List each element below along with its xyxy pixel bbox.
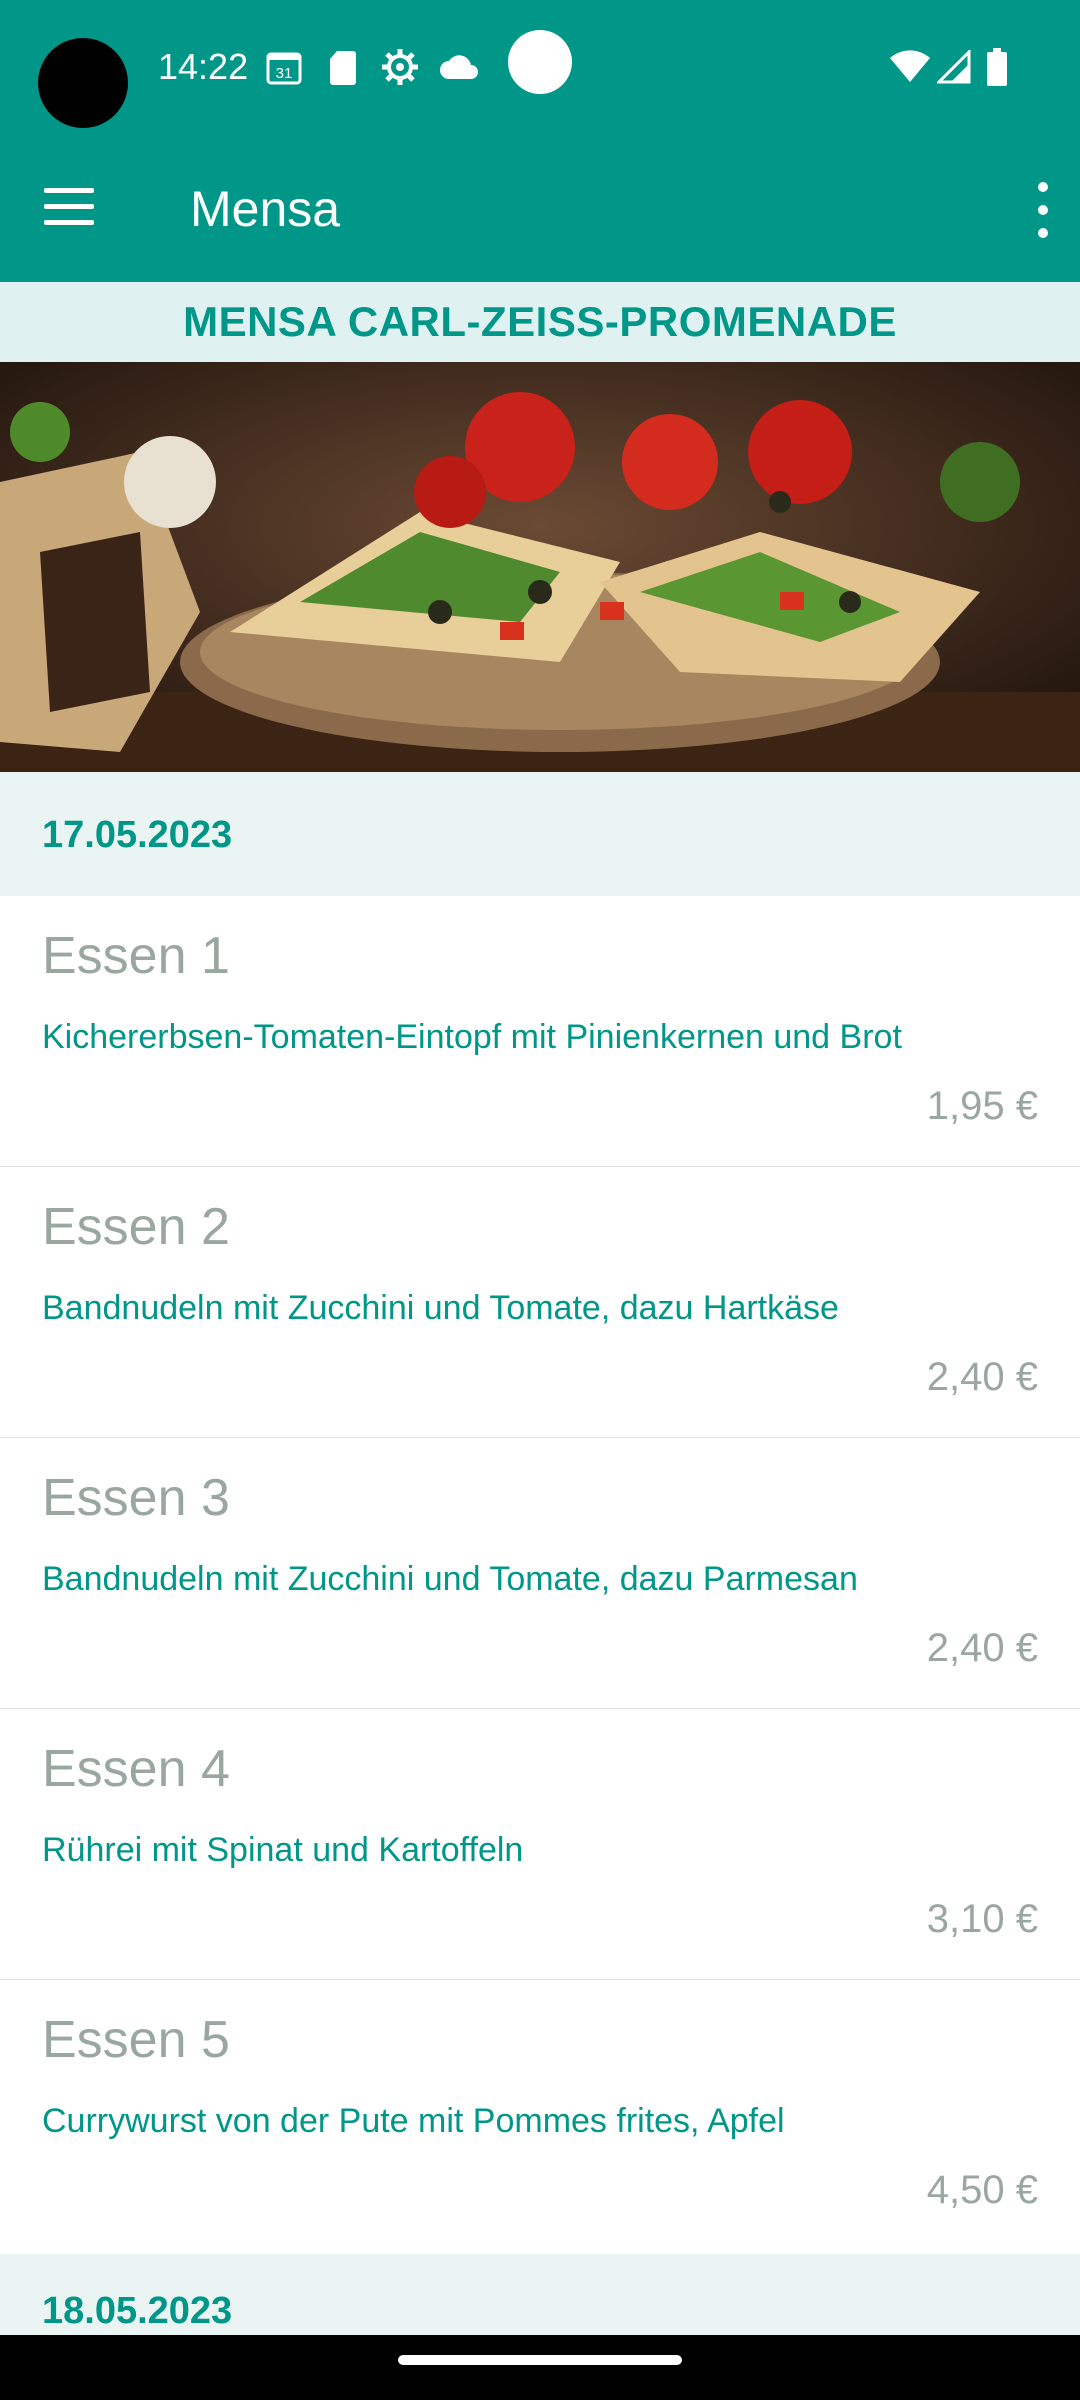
hero-food-image [0, 362, 1080, 772]
meal-item[interactable]: Essen 5 Currywurst von der Pute mit Pomm… [0, 1980, 1080, 2254]
meal-description: Bandnudeln mit Zucchini und Tomate, dazu… [42, 1289, 839, 1327]
meal-item[interactable]: Essen 2 Bandnudeln mit Zucchini und Toma… [0, 1167, 1080, 1440]
meal-price: 2,40 € [926, 1355, 1038, 1399]
system-navigation-bar [0, 2335, 1080, 2400]
settings-gear-icon [380, 48, 420, 86]
meal-name: Essen 1 [42, 927, 230, 985]
calendar-icon: 31 [264, 48, 304, 86]
front-camera-cutout [38, 38, 128, 128]
meal-name: Essen 3 [42, 1469, 230, 1527]
page-title: Mensa [190, 181, 341, 237]
status-bar: 14:22 31 [0, 0, 1080, 140]
meal-description: Rührei mit Spinat und Kartoffeln [42, 1831, 524, 1869]
meal-item[interactable]: Essen 1 Kichererbsen-Tomaten-Eintopf mit… [0, 896, 1080, 1169]
meal-name: Essen 5 [42, 2011, 230, 2069]
notification-dot [508, 30, 572, 94]
home-gesture-handle[interactable] [398, 2355, 682, 2365]
battery-icon [984, 48, 1010, 86]
sd-card-icon [326, 48, 360, 86]
meal-name: Essen 2 [42, 1198, 230, 1256]
meal-name: Essen 4 [42, 1740, 230, 1798]
meal-price: 2,40 € [926, 1626, 1038, 1670]
cloud-icon [438, 48, 480, 86]
app-bar: Mensa [0, 140, 1080, 282]
hamburger-menu-icon[interactable] [44, 188, 98, 228]
meal-description: Kichererbsen-Tomaten-Eintopf mit Pinienk… [42, 1018, 902, 1056]
date-label: 17.05.2023 [42, 814, 233, 856]
wifi-icon [888, 48, 932, 86]
status-time: 14:22 [158, 46, 249, 87]
date-label: 18.05.2023 [42, 2290, 233, 2332]
more-vert-icon[interactable] [1028, 180, 1058, 240]
meal-item[interactable]: Essen 3 Bandnudeln mit Zucchini und Toma… [0, 1438, 1080, 1711]
meal-item[interactable]: Essen 4 Rührei mit Spinat und Kartoffeln… [0, 1709, 1080, 1982]
date-header: 18.05.2023 [0, 2254, 1080, 2335]
canteen-name: MENSA CARL-ZEISS-PROMENADE [0, 282, 1080, 362]
svg-text:31: 31 [276, 65, 293, 82]
meal-price: 1,95 € [926, 1084, 1038, 1128]
meal-description: Currywurst von der Pute mit Pommes frite… [42, 2102, 785, 2140]
meal-price: 4,50 € [926, 2168, 1038, 2212]
date-header: 17.05.2023 [0, 772, 1080, 896]
meal-price: 3,10 € [926, 1897, 1038, 1941]
meal-description: Bandnudeln mit Zucchini und Tomate, dazu… [42, 1560, 858, 1598]
signal-icon [936, 48, 972, 86]
